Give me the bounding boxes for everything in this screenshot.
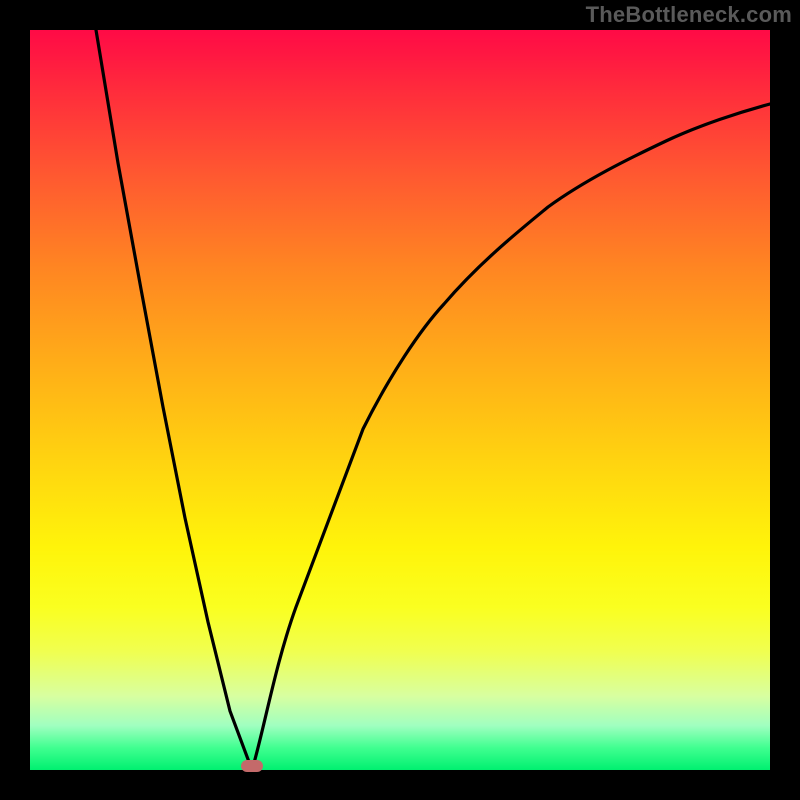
watermark-text: TheBottleneck.com [586,2,792,28]
plot-area [30,30,770,770]
curve-left-branch [96,30,252,770]
bottleneck-curve [30,30,770,770]
optimum-marker [241,760,263,772]
curve-right-branch [252,104,770,770]
